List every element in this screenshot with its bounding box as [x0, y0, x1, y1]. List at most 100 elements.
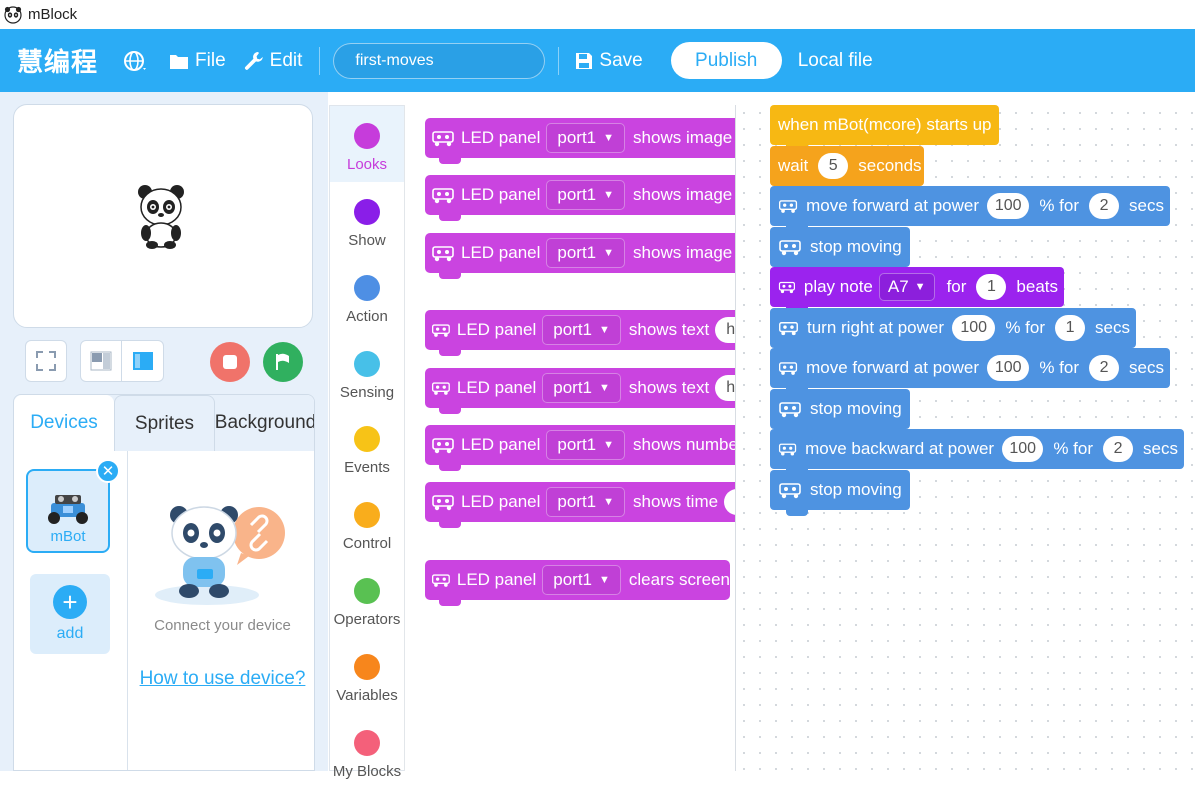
project-name-input[interactable]: [333, 42, 546, 79]
mbot-block-icon: [431, 382, 450, 395]
tab-background[interactable]: Background: [215, 395, 314, 451]
palette-block-led-show-text[interactable]: LED panel port1 ▼ shows text he: [425, 310, 735, 356]
beats-input[interactable]: 1: [976, 274, 1007, 300]
wait-seconds-input[interactable]: 5: [818, 153, 849, 179]
block-categories: Looks Show Action Sensing Events Control…: [329, 105, 404, 780]
block-turn-right[interactable]: turn right at power 100 % for 1 secs: [770, 308, 1136, 354]
mbot-block-icon: [432, 495, 454, 511]
port-dropdown[interactable]: port1 ▼: [546, 487, 626, 517]
save-button[interactable]: Save: [575, 49, 643, 72]
small-stage-layout-button[interactable]: [81, 341, 122, 381]
palette-block-led-show-image[interactable]: LED panel port1 ▼ shows image: [425, 233, 735, 279]
stop-icon: [223, 355, 237, 369]
port-dropdown[interactable]: port1 ▼: [542, 565, 621, 595]
palette-block-led-show-image[interactable]: LED panel port1 ▼ shows image: [425, 175, 735, 221]
palette-block-led-show-number[interactable]: LED panel port1 ▼ shows number: [425, 425, 736, 471]
file-menu-button[interactable]: File: [169, 50, 226, 72]
block-stop-moving[interactable]: stop moving: [770, 389, 910, 435]
category-dot: [354, 123, 380, 149]
category-control[interactable]: Control: [330, 485, 404, 561]
category-label: My Blocks: [332, 763, 402, 780]
category-show[interactable]: Show: [330, 182, 404, 258]
block-text: LED panel: [461, 243, 541, 262]
edit-menu-button[interactable]: Edit: [244, 50, 302, 72]
block-text: wait: [778, 156, 809, 175]
block-text: shows number: [633, 435, 736, 454]
local-file-button[interactable]: Local file: [798, 50, 873, 72]
block-move-backward[interactable]: move backward at power 100 % for 2 secs: [770, 429, 1184, 475]
brand-logo: 慧编程: [17, 48, 99, 78]
time-input[interactable]: 1: [724, 489, 735, 515]
power-input[interactable]: 100: [1002, 436, 1044, 462]
large-stage-icon: [132, 352, 153, 370]
block-text: shows image: [633, 243, 733, 262]
category-variables[interactable]: Variables: [330, 637, 404, 713]
category-events[interactable]: Events: [330, 409, 404, 485]
mbot-block-icon: [431, 324, 450, 337]
stage-canvas[interactable]: [13, 104, 313, 328]
mbot-block-icon: [431, 574, 450, 587]
add-device-button[interactable]: + add: [30, 574, 110, 654]
publish-button[interactable]: Publish: [670, 42, 782, 79]
duration-input[interactable]: 2: [1089, 355, 1120, 381]
block-text: LED panel: [461, 185, 541, 204]
file-menu-label: File: [195, 49, 226, 71]
port-dropdown[interactable]: port1 ▼: [542, 315, 621, 345]
category-action[interactable]: Action: [330, 258, 404, 334]
mbot-block-icon: [432, 438, 454, 454]
tab-sprites[interactable]: Sprites: [114, 395, 215, 451]
port-dropdown[interactable]: port1 ▼: [546, 123, 626, 153]
power-input[interactable]: 100: [987, 355, 1030, 381]
block-stop-moving[interactable]: stop moving: [770, 470, 910, 516]
port-dropdown[interactable]: port1 ▼: [546, 238, 626, 268]
stop-button[interactable]: [210, 342, 250, 382]
block-text: shows text: [628, 378, 710, 397]
category-looks[interactable]: Looks: [330, 106, 404, 182]
remove-device-button[interactable]: ✕: [96, 459, 120, 483]
panda-sprite[interactable]: [136, 183, 186, 249]
script-area[interactable]: when mBot(mcore) starts up wait 5 second…: [736, 105, 1195, 771]
power-input[interactable]: 100: [952, 315, 996, 341]
power-input[interactable]: 100: [987, 193, 1030, 219]
block-play-note[interactable]: play note A7 ▼ for 1 beats: [770, 267, 1064, 313]
text-input[interactable]: he: [715, 375, 735, 401]
block-move-forward[interactable]: move forward at power 100 % for 2 secs: [770, 348, 1170, 394]
category-label: Variables: [336, 687, 398, 704]
port-dropdown[interactable]: port1 ▼: [542, 373, 621, 403]
large-stage-layout-button[interactable]: [122, 341, 163, 381]
duration-input[interactable]: 2: [1089, 193, 1120, 219]
hat-block-when-mbot-starts[interactable]: when mBot(mcore) starts up: [770, 105, 999, 151]
palette-block-led-show-image[interactable]: LED panel port1 ▼ shows image: [425, 118, 735, 164]
category-sensing[interactable]: Sensing: [330, 334, 404, 410]
palette-block-led-show-time[interactable]: LED panel port1 ▼ shows time 1: [425, 482, 735, 528]
connect-device-text: Connect your device: [154, 617, 291, 634]
language-button[interactable]: [123, 49, 155, 73]
note-dropdown[interactable]: A7 ▼: [878, 273, 935, 301]
fullscreen-button[interactable]: [25, 340, 67, 382]
layout-toggle: [80, 340, 164, 382]
block-text: move forward at power: [806, 358, 979, 377]
category-my-blocks[interactable]: My Blocks: [330, 713, 404, 789]
duration-input[interactable]: 1: [1055, 315, 1086, 341]
category-label: Action: [346, 308, 388, 325]
green-flag-button[interactable]: [263, 342, 303, 382]
category-operators[interactable]: Operators: [330, 561, 404, 637]
how-to-use-device-link[interactable]: How to use device?: [129, 668, 314, 690]
palette-block-led-clear-screen[interactable]: LED panel port1 ▼ clears screen: [425, 560, 730, 606]
tab-devices[interactable]: Devices: [14, 395, 114, 451]
save-label: Save: [599, 49, 643, 71]
block-wait-seconds[interactable]: wait 5 seconds: [770, 146, 924, 192]
device-mbot[interactable]: mBot: [26, 469, 110, 553]
category-label: Control: [342, 535, 392, 552]
category-dot: [354, 199, 380, 225]
block-text: LED panel: [456, 320, 537, 339]
duration-input[interactable]: 2: [1103, 436, 1134, 462]
block-stop-moving[interactable]: stop moving: [770, 227, 910, 273]
text-input[interactable]: he: [715, 317, 735, 343]
block-move-forward[interactable]: move forward at power 100 % for 2 secs: [770, 186, 1170, 232]
port-value: port1: [557, 128, 597, 147]
palette-block-led-show-text[interactable]: LED panel port1 ▼ shows text he: [425, 368, 735, 414]
block-text: secs: [1143, 439, 1178, 458]
port-dropdown[interactable]: port1 ▼: [546, 430, 626, 460]
port-dropdown[interactable]: port1 ▼: [546, 180, 626, 210]
